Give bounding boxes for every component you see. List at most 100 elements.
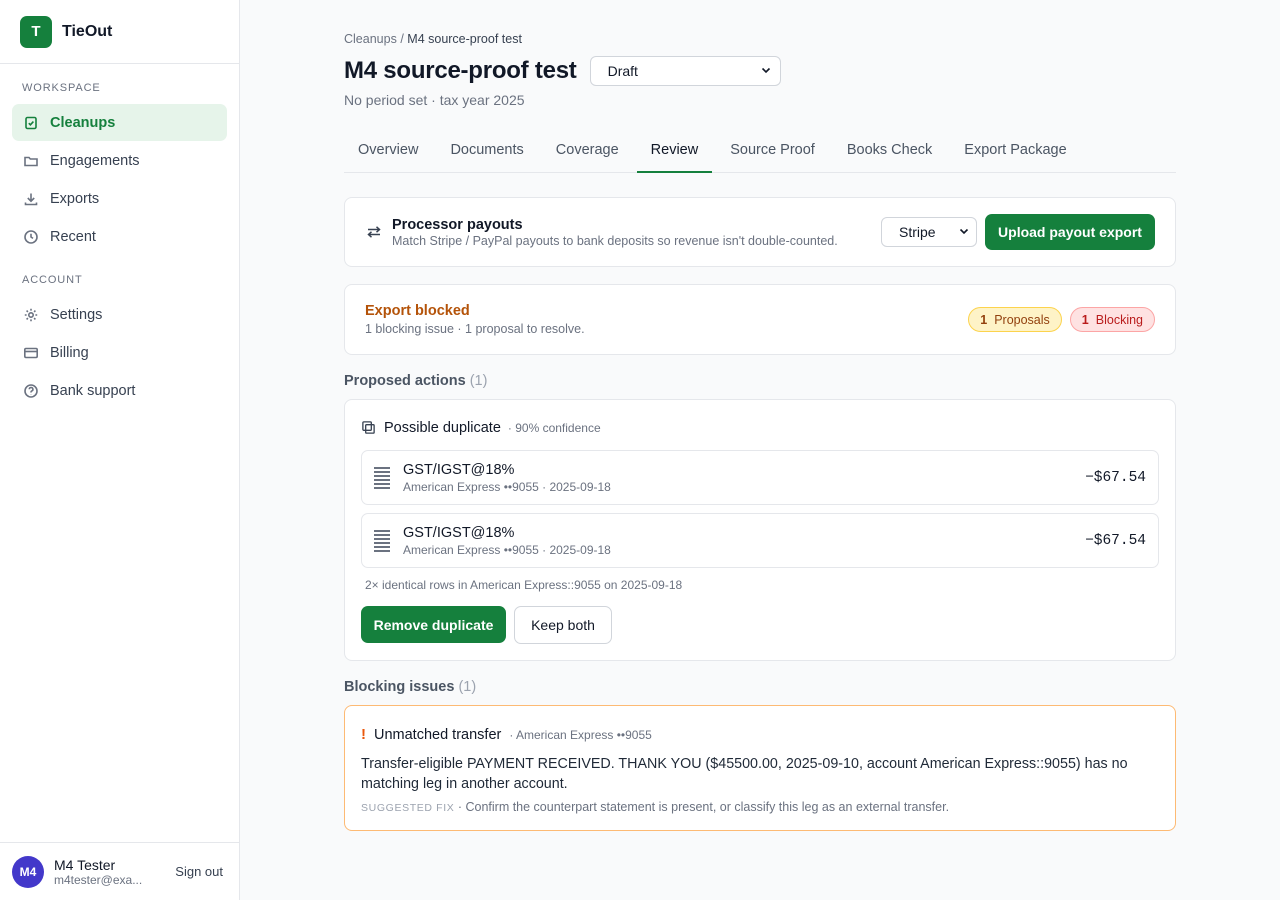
export-status-title: Export blocked: [365, 303, 470, 319]
transaction-row[interactable]: GST/IGST@18% American Express ••9055 · 2…: [361, 450, 1159, 505]
page-title: M4 source-proof test: [344, 57, 577, 84]
export-status-card: Export blocked 1 blocking issue · 1 prop…: [344, 284, 1176, 355]
processor-select-value: Stripe: [899, 224, 936, 240]
payout-description: Match Stripe / PayPal payouts to bank de…: [392, 233, 838, 248]
status-select[interactable]: Draft: [589, 56, 781, 86]
breadcrumb-current: M4 source-proof test: [407, 32, 522, 46]
blocking-issues-count: (1): [458, 679, 477, 695]
proposal-header: Possible duplicate · 90% confidence: [361, 420, 1159, 436]
transaction-amount: −$67.54: [1085, 469, 1146, 486]
upload-payout-export-button[interactable]: Upload payout export: [985, 214, 1155, 250]
sidebar-item-label: Cleanups: [50, 114, 116, 131]
transaction-description: GST/IGST@18%: [403, 524, 515, 541]
sidebar-item-exports[interactable]: Exports: [12, 180, 227, 217]
sidebar-item-label: Exports: [50, 190, 100, 207]
suggested-fix-text: · Confirm the counterpart statement is p…: [454, 800, 950, 814]
transaction-description: GST/IGST@18%: [403, 461, 515, 478]
tab-books-check[interactable]: Books Check: [833, 134, 946, 172]
gear-icon: [22, 306, 40, 324]
workspace-nav: WORKSPACE Cleanups Engagements Exports R…: [0, 64, 239, 409]
processor-select[interactable]: Stripe: [881, 217, 977, 247]
duplicate-icon: [361, 420, 377, 436]
duplicate-proposal-card: Possible duplicate · 90% confidence GST/…: [344, 399, 1176, 661]
app-name: TieOut: [62, 22, 113, 40]
proposal-title: Possible duplicate: [384, 420, 501, 436]
sidebar-item-label: Recent: [50, 228, 96, 245]
blocking-issues-title: Blocking issues: [344, 679, 455, 695]
clock-icon: [22, 228, 40, 246]
transaction-meta: American Express ••9055 · 2025-09-18: [403, 542, 611, 557]
unmatched-transfer-card: ! Unmatched transfer · American Express …: [344, 705, 1176, 831]
proposed-actions-count: (1): [469, 373, 488, 389]
breadcrumb-parent[interactable]: Cleanups: [344, 32, 397, 46]
blocking-label: Blocking: [1095, 312, 1143, 327]
page-subtitle: No period set · tax year 2025: [344, 92, 525, 108]
app-logo: T: [20, 15, 52, 48]
transaction-amount: −$67.54: [1085, 532, 1146, 549]
duplicate-note: 2× identical rows in American Express::9…: [365, 578, 683, 592]
payout-title: Processor payouts: [392, 216, 523, 233]
issue-header: ! Unmatched transfer · American Express …: [361, 726, 1159, 743]
tab-source-proof[interactable]: Source Proof: [716, 134, 829, 172]
tab-export-package[interactable]: Export Package: [950, 134, 1080, 172]
document-lines-icon: [374, 529, 390, 552]
suggested-fix: SUGGESTED FIX · Confirm the counterpart …: [361, 800, 1159, 814]
sidebar-item-label: Settings: [50, 306, 103, 323]
title-row: M4 source-proof test Draft: [344, 56, 1176, 86]
sidebar-item-bank-support[interactable]: Bank support: [12, 372, 227, 409]
avatar[interactable]: M4: [12, 855, 44, 888]
tab-bar: Overview Documents Coverage Review Sourc…: [344, 134, 1176, 173]
export-status-text: Export blocked 1 blocking issue · 1 prop…: [365, 303, 960, 336]
proposed-actions-title: Proposed actions: [344, 373, 466, 389]
issue-account: · American Express ••9055: [509, 727, 652, 742]
tab-overview[interactable]: Overview: [344, 134, 432, 172]
keep-both-button[interactable]: Keep both: [514, 606, 612, 644]
breadcrumb-separator: /: [400, 32, 404, 46]
download-icon: [22, 190, 40, 208]
remove-duplicate-button[interactable]: Remove duplicate: [361, 606, 506, 643]
tab-documents[interactable]: Documents: [436, 134, 537, 172]
document-lines-icon: [374, 466, 390, 489]
swap-arrows-icon: [365, 223, 383, 241]
transaction-row[interactable]: GST/IGST@18% American Express ••9055 · 2…: [361, 513, 1159, 568]
sidebar-item-cleanups[interactable]: Cleanups: [12, 104, 227, 141]
workspace-heading: WORKSPACE: [22, 82, 101, 94]
proposals-label: Proposals: [994, 312, 1050, 327]
proposal-confidence: · 90% confidence: [507, 421, 601, 435]
sidebar-item-billing[interactable]: Billing: [12, 334, 227, 371]
blocking-badge[interactable]: 1 Blocking: [1069, 307, 1155, 332]
brand[interactable]: T TieOut: [0, 0, 239, 64]
sidebar-item-recent[interactable]: Recent: [12, 218, 227, 255]
exclamation-icon: !: [361, 726, 366, 743]
payout-text: Processor payouts Match Stripe / PayPal …: [392, 217, 881, 248]
issue-body: Transfer-eligible PAYMENT RECEIVED. THAN…: [361, 756, 1128, 792]
tab-review[interactable]: Review: [636, 134, 713, 173]
processor-payouts-card: Processor payouts Match Stripe / PayPal …: [344, 197, 1176, 267]
sidebar-item-settings[interactable]: Settings: [12, 296, 227, 333]
status-select-value: Draft: [607, 63, 638, 79]
folder-icon: [22, 152, 40, 170]
chevron-down-icon: [760, 63, 772, 79]
export-status-description: 1 blocking issue · 1 proposal to resolve…: [365, 322, 585, 336]
sidebar-item-label: Bank support: [50, 382, 136, 399]
proposal-actions: Remove duplicate Keep both: [361, 606, 1159, 644]
transaction-text: GST/IGST@18% American Express ••9055 · 2…: [403, 462, 1085, 494]
sidebar-item-label: Billing: [50, 344, 89, 361]
blocking-count: 1: [1081, 312, 1089, 327]
blocking-issues-heading: Blocking issues (1): [344, 679, 1176, 695]
proposals-badge[interactable]: 1 Proposals: [968, 307, 1062, 332]
sign-out-button[interactable]: Sign out: [171, 860, 227, 883]
breadcrumb: Cleanups / M4 source-proof test: [344, 32, 1176, 46]
tab-coverage[interactable]: Coverage: [542, 134, 633, 172]
help-circle-icon: [22, 382, 40, 400]
proposed-actions-heading: Proposed actions (1): [344, 373, 1176, 389]
transaction-text: GST/IGST@18% American Express ••9055 · 2…: [403, 525, 1085, 557]
sidebar-item-engagements[interactable]: Engagements: [12, 142, 227, 179]
credit-card-icon: [22, 344, 40, 362]
sidebar: T TieOut WORKSPACE Cleanups Engagements …: [0, 0, 240, 900]
user-name: M4 Tester: [54, 856, 116, 873]
chevron-down-icon: [958, 224, 970, 240]
main-content: Cleanups / M4 source-proof test M4 sourc…: [344, 0, 1176, 831]
sidebar-item-label: Engagements: [50, 152, 140, 169]
account-heading: ACCOUNT: [22, 274, 83, 286]
